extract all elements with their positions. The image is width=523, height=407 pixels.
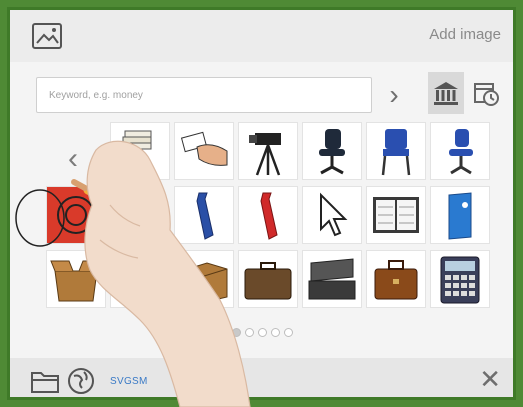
grid-item-planner[interactable] (366, 186, 426, 244)
grid-item-office-chair[interactable] (302, 122, 362, 180)
image-grid (38, 122, 508, 312)
add-image-title: Add image (429, 26, 501, 43)
search-go-button[interactable]: › (382, 78, 406, 112)
grid-item-cardboard-box[interactable] (110, 250, 170, 308)
open-box-icon (50, 260, 102, 302)
image-picker-dialog: Add image › ‹ (7, 7, 516, 400)
grid-item-red-target[interactable] (46, 186, 106, 244)
keyword-search-input[interactable] (37, 78, 371, 112)
page-dot[interactable] (245, 328, 254, 337)
closed-box-icon (180, 262, 228, 304)
page-dot[interactable] (271, 328, 280, 337)
blue-office-chair-icon (449, 129, 473, 175)
office-chair-icon (319, 129, 345, 175)
grid-item-calculator[interactable] (430, 250, 490, 308)
video-camera-icon (249, 133, 281, 176)
image-icon[interactable] (32, 23, 62, 49)
folder-icon[interactable] (30, 368, 60, 394)
grid-item-open-box[interactable] (46, 250, 106, 308)
grid-item-blue-tie[interactable] (174, 186, 234, 244)
bank-tab[interactable] (428, 72, 464, 114)
source-label[interactable]: SVGSM (110, 376, 148, 387)
grid-item-brown-bag[interactable] (366, 250, 426, 308)
grid-item-hand-card[interactable] (174, 122, 234, 180)
bank-icon (434, 82, 458, 105)
grid-item-red-tie[interactable] (238, 186, 298, 244)
page-dot[interactable] (232, 328, 241, 337)
red-tie-icon (260, 192, 278, 240)
dialog-footer: SVGSM ✕ (10, 358, 513, 397)
grid-item-binder[interactable] (430, 186, 490, 244)
history-icon (474, 83, 499, 106)
hand-giving-card-icon (180, 131, 228, 166)
grid-item-briefcase[interactable] (238, 250, 298, 308)
grid-item-open-briefcase[interactable] (302, 250, 362, 308)
cardboard-box-icon (120, 272, 160, 300)
search-box[interactable] (36, 77, 372, 113)
calculator-icon (440, 256, 480, 304)
brown-bag-icon (374, 260, 418, 300)
globe-icon[interactable] (66, 366, 96, 396)
blue-chair-icon (381, 129, 411, 176)
dialog-header: Add image (10, 10, 513, 62)
open-briefcase-icon (308, 258, 356, 300)
grid-item-papers[interactable] (110, 122, 170, 180)
pagination-dots (232, 328, 293, 337)
grid-item-blue-chair[interactable] (366, 122, 426, 180)
red-target-icon (57, 196, 95, 234)
planner-book-icon (373, 197, 419, 233)
close-button[interactable]: ✕ (479, 364, 501, 394)
history-tab[interactable] (468, 72, 504, 114)
blue-tie-icon (196, 192, 214, 240)
page-dot[interactable] (284, 328, 293, 337)
grid-item-cursor[interactable] (302, 186, 362, 244)
stack-of-papers-icon (122, 130, 152, 150)
grid-item-closed-box[interactable] (174, 250, 234, 308)
page-dot[interactable] (258, 328, 267, 337)
cursor-arrow-icon (320, 192, 348, 237)
grid-item-camera[interactable] (238, 122, 298, 180)
blue-binder-icon (448, 192, 472, 240)
briefcase-icon (244, 262, 292, 300)
grid-item-blue-office-chair[interactable] (430, 122, 490, 180)
